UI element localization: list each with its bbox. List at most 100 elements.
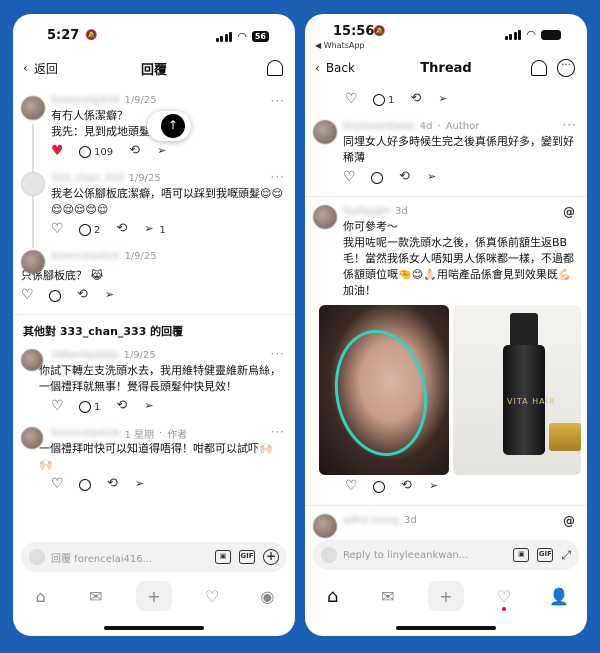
more-icon[interactable]: ···	[271, 170, 285, 184]
back-button[interactable]: ‹ Back	[315, 61, 355, 75]
post-images: VITA HAIR	[305, 299, 587, 475]
wifi-icon: ◠	[237, 30, 247, 43]
comment-icon	[49, 290, 61, 302]
repost-button[interactable]	[129, 143, 141, 158]
nav-header: ‹ Back Thread ···	[305, 48, 587, 88]
gif-icon[interactable]: GIF	[537, 548, 554, 562]
plus-icon[interactable]: +	[263, 549, 279, 565]
activity-tab[interactable]: ♡	[197, 581, 227, 611]
like-button[interactable]	[51, 143, 64, 159]
avatar[interactable]	[313, 205, 337, 229]
like-button[interactable]	[21, 287, 34, 303]
share-button[interactable]	[429, 479, 441, 493]
avatar[interactable]	[21, 349, 43, 371]
comment-button[interactable]	[79, 479, 91, 491]
reply-composer[interactable]: 回覆 forencelai416... ▣ GIF +	[21, 542, 287, 572]
like-button[interactable]	[51, 476, 64, 492]
arrow-up-icon[interactable]: ↑	[161, 114, 185, 138]
like-button[interactable]	[51, 398, 64, 414]
back-button[interactable]: ‹ 返回	[23, 60, 58, 77]
comment-icon	[371, 172, 383, 184]
more-icon[interactable]: ···	[271, 94, 285, 108]
avatar[interactable]	[21, 96, 45, 120]
new-post-tab[interactable]: +	[135, 581, 172, 611]
activity-tab[interactable]: ♡	[489, 581, 519, 611]
home-indicator	[104, 626, 204, 630]
like-button[interactable]	[343, 169, 356, 185]
share-button[interactable]	[135, 477, 147, 491]
more-icon[interactable]: ···	[557, 59, 575, 77]
tab-bar: ⌂ ✉ + ♡ ◉	[13, 578, 295, 614]
share-button[interactable]	[438, 92, 450, 106]
silent-icon: 🔕	[85, 30, 98, 41]
share-button[interactable]	[157, 144, 169, 158]
comment-button[interactable]: 109	[79, 146, 113, 158]
reply-composer[interactable]: Reply to linyleeankwan... ▣ GIF ⤢	[313, 540, 579, 570]
avatar[interactable]	[21, 427, 43, 449]
share-button[interactable]	[144, 399, 156, 413]
hairline-photo[interactable]	[319, 305, 449, 475]
heart-icon	[51, 221, 64, 237]
inbox-tab[interactable]: ✉	[373, 581, 403, 611]
bell-icon[interactable]	[531, 60, 547, 76]
post-time: 1/9/25	[123, 349, 156, 361]
repost-button[interactable]	[410, 91, 422, 106]
repost-icon	[116, 221, 128, 236]
username[interactable]: adhd.loong	[343, 515, 399, 526]
comment-button[interactable]: 1	[373, 94, 394, 106]
profile-tab[interactable]: 👤	[544, 581, 574, 611]
like-button[interactable]	[345, 91, 358, 107]
image-icon[interactable]: ▣	[513, 548, 530, 562]
comment-icon	[79, 224, 91, 236]
more-icon[interactable]: ···	[563, 118, 577, 132]
username[interactable]: 333_chan_333	[51, 173, 123, 184]
repost-button[interactable]	[77, 287, 89, 302]
comment-button[interactable]	[371, 172, 383, 184]
more-icon[interactable]: ···	[271, 347, 285, 361]
like-button[interactable]	[345, 478, 358, 494]
product-photo[interactable]: VITA HAIR	[453, 305, 581, 475]
inbox-tab[interactable]: ✉	[81, 581, 111, 611]
more-icon[interactable]: ···	[271, 425, 285, 439]
repost-button[interactable]	[401, 478, 413, 493]
expand-icon[interactable]: ⤢	[561, 548, 571, 563]
comment-button[interactable]	[49, 290, 61, 302]
comment-button[interactable]	[373, 481, 385, 493]
bell-icon[interactable]	[267, 60, 283, 76]
image-icon[interactable]: ▣	[215, 550, 231, 564]
status-time: 5:27	[47, 28, 80, 43]
repost-button[interactable]	[399, 169, 411, 184]
avatar[interactable]	[313, 514, 337, 538]
repost-icon	[77, 287, 89, 302]
avatar[interactable]	[21, 172, 45, 196]
repost-button[interactable]	[107, 476, 119, 491]
new-post-tab[interactable]: +	[427, 581, 464, 611]
repost-button[interactable]	[116, 221, 128, 236]
share-button[interactable]: 1	[144, 222, 165, 236]
username[interactable]: forencelai416	[51, 95, 119, 106]
avatar[interactable]	[313, 120, 337, 144]
comment-button[interactable]: 2	[79, 224, 100, 236]
share-button[interactable]	[427, 170, 439, 184]
username[interactable]: 20familydaily	[51, 350, 119, 361]
reply-post: adhd.loong 3d @	[305, 506, 587, 538]
chevron-left-icon: ‹	[315, 61, 320, 75]
like-button[interactable]	[51, 221, 64, 237]
repost-icon	[399, 169, 411, 184]
author-badge: Author	[445, 120, 480, 132]
avatar[interactable]	[21, 250, 45, 274]
username[interactable]: forencelai416	[51, 428, 119, 439]
username[interactable]: linyleeankwan	[343, 121, 415, 132]
home-tab[interactable]	[318, 581, 348, 611]
repost-icon	[401, 478, 413, 493]
comment-button[interactable]: 1	[79, 401, 100, 413]
username[interactable]: forencelai416	[51, 251, 119, 262]
heart-icon	[51, 476, 64, 492]
status-icons: ◠ 56	[215, 30, 269, 43]
share-button[interactable]	[105, 288, 117, 302]
home-tab[interactable]: ⌂	[26, 581, 56, 611]
profile-tab[interactable]: ◉	[252, 581, 282, 611]
username[interactable]: fayfaygirl	[343, 206, 390, 217]
repost-button[interactable]	[116, 398, 128, 413]
gif-icon[interactable]: GIF	[239, 550, 255, 564]
